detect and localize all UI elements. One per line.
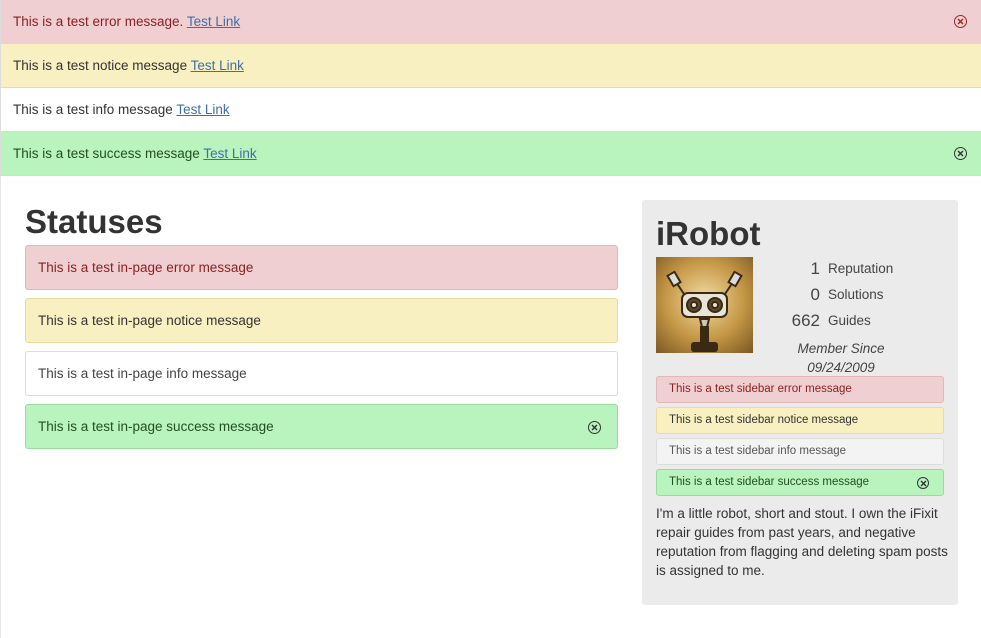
inpage-notice-message: This is a test in-page notice message xyxy=(25,298,618,343)
stat-label: Solutions xyxy=(828,287,884,302)
stat-reputation: 1 Reputation xyxy=(782,259,952,279)
inpage-info-text: This is a test in-page info message xyxy=(38,366,247,381)
close-icon[interactable] xyxy=(917,477,929,489)
user-name: iRobot xyxy=(656,215,761,252)
stat-label: Guides xyxy=(828,313,871,328)
user-bio: I'm a little robot, short and stout. I o… xyxy=(656,506,948,578)
member-since: Member Since 09/24/2009 xyxy=(784,339,898,377)
stat-value: 1 xyxy=(810,259,820,278)
robot-avatar[interactable] xyxy=(656,257,753,353)
member-since-label: Member Since xyxy=(797,341,885,356)
sidebar-success-message: This is a test sidebar success message xyxy=(656,469,944,496)
close-icon[interactable] xyxy=(954,147,967,160)
stat-value: 0 xyxy=(810,285,820,304)
inpage-error-text: This is a test in-page error message xyxy=(38,260,254,275)
flash-success: This is a test success message Test Link xyxy=(0,132,981,176)
stat-solutions: 0 Solutions xyxy=(782,285,952,305)
page-title: Statuses xyxy=(25,203,163,240)
flash-success-link[interactable]: Test Link xyxy=(203,146,256,161)
flash-info-text: This is a test info message xyxy=(13,102,173,117)
stat-guides: 662 Guides xyxy=(782,311,952,331)
member-since-date: 09/24/2009 xyxy=(807,360,875,375)
flash-error-text: This is a test error message. xyxy=(13,14,184,29)
sidebar-info-text: This is a test sidebar info message xyxy=(669,445,847,457)
sidebar-notice-text: This is a test sidebar notice message xyxy=(669,414,859,426)
stat-value: 662 xyxy=(791,311,820,330)
close-icon[interactable] xyxy=(588,421,601,434)
sidebar-info-message: This is a test sidebar info message xyxy=(656,438,944,465)
sidebar-success-text: This is a test sidebar success message xyxy=(669,476,870,488)
stat-label: Reputation xyxy=(828,261,894,276)
flash-info-link[interactable]: Test Link xyxy=(176,102,229,117)
flash-notice: This is a test notice message Test Link xyxy=(0,44,981,88)
user-sidebar: iRobot 1 Reputation 0 Solutions 662 Guid… xyxy=(642,200,958,605)
inpage-info-message: This is a test in-page info message xyxy=(25,351,618,396)
inpage-notice-text: This is a test in-page notice message xyxy=(38,313,261,328)
flash-success-text: This is a test success message xyxy=(13,146,200,161)
sidebar-error-message: This is a test sidebar error message xyxy=(656,376,944,403)
close-icon[interactable] xyxy=(954,15,967,28)
flash-notice-text: This is a test notice message xyxy=(13,58,188,73)
flash-info: This is a test info message Test Link xyxy=(0,88,981,132)
sidebar-error-text: This is a test sidebar error message xyxy=(669,383,852,395)
inpage-error-message: This is a test in-page error message xyxy=(25,245,618,290)
inpage-success-message: This is a test in-page success message xyxy=(25,404,618,449)
flash-error: This is a test error message. Test Link xyxy=(0,0,981,44)
inpage-success-text: This is a test in-page success message xyxy=(38,419,274,434)
sidebar-notice-message: This is a test sidebar notice message xyxy=(656,407,944,434)
flash-error-link[interactable]: Test Link xyxy=(187,14,240,29)
flash-notice-link[interactable]: Test Link xyxy=(191,58,244,73)
page-left-border xyxy=(0,176,1,638)
